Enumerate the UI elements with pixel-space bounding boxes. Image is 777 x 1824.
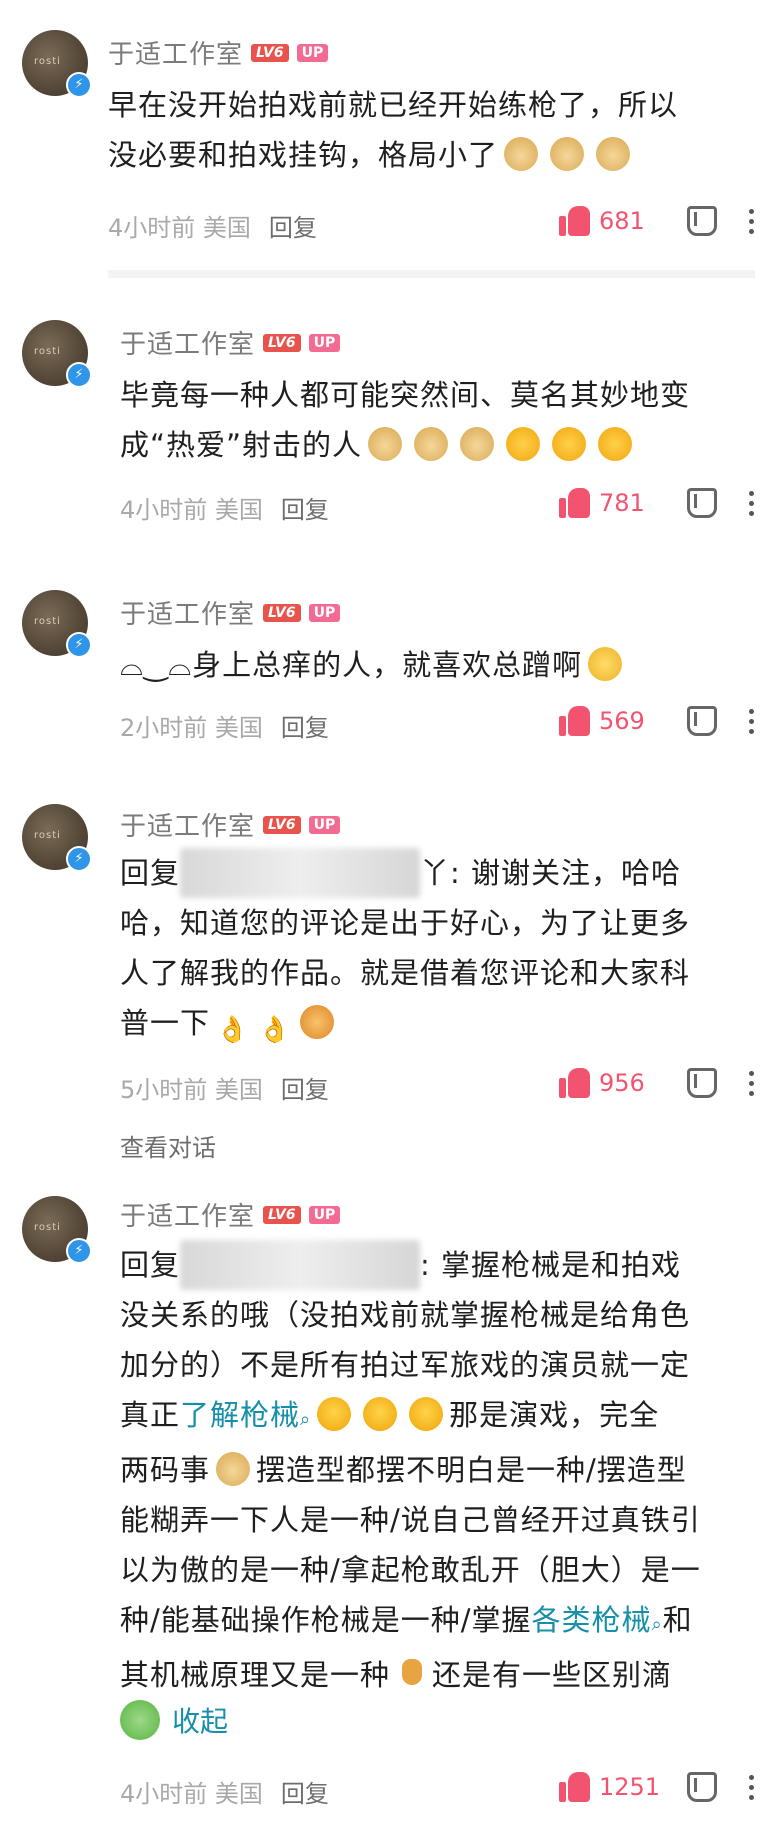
- doge-emoji-icon: [216, 1452, 251, 1486]
- view-conversation-link[interactable]: 查看对话: [120, 1128, 216, 1163]
- author-name[interactable]: 于适工作室: [120, 1196, 255, 1233]
- author-name[interactable]: 于适工作室: [120, 594, 255, 631]
- doge-emoji-icon: [596, 137, 631, 171]
- verified-icon: ⚡: [66, 846, 92, 872]
- reply-button[interactable]: 回复: [269, 208, 317, 243]
- reply-button[interactable]: 回复: [281, 490, 329, 525]
- timestamp: 4小时前: [108, 214, 196, 242]
- author-name[interactable]: 于适工作室: [120, 324, 255, 361]
- level-badge: LV6: [251, 43, 289, 62]
- comment-text: 回复 : 掌握枪械是和拍戏 没关系的哦（没拍戏前就掌握枪械是给角色 加分的）不是…: [120, 1240, 760, 1700]
- verified-icon: ⚡: [66, 632, 92, 658]
- reply-button[interactable]: 回复: [281, 1774, 329, 1809]
- location: 美国: [214, 496, 263, 524]
- ok-hand-emoji-icon: [216, 1005, 249, 1055]
- doge-emoji-icon: [414, 427, 449, 461]
- timestamp: 2小时前: [120, 714, 208, 742]
- divider: [108, 270, 755, 278]
- comment-text: 早在没开始拍戏前就已经开始练枪了，所以 没必要和拍戏挂钩，格局小了: [108, 88, 679, 172]
- timestamp: 5小时前: [120, 1076, 208, 1104]
- up-badge: UP: [308, 1205, 341, 1224]
- comment-text: ⌓‿⌓身上总痒的人，就喜欢总蹭啊: [120, 640, 628, 690]
- thumbs-up-icon[interactable]: [559, 206, 591, 236]
- author-name[interactable]: 于适工作室: [108, 34, 243, 71]
- search-small-icon: ⌕: [300, 1409, 312, 1430]
- level-badge: LV6: [263, 815, 301, 834]
- thumbs-up-icon[interactable]: [559, 1772, 591, 1802]
- drumstick-emoji-icon: [396, 1657, 426, 1691]
- avatar[interactable]: rosti ⚡: [22, 590, 92, 658]
- cover-face-emoji-icon: [598, 427, 633, 461]
- crying-emoji-icon: [317, 1397, 352, 1431]
- author-name[interactable]: 于适工作室: [120, 806, 255, 843]
- timestamp: 4小时前: [120, 1780, 208, 1808]
- thumbs-down-icon[interactable]: [687, 1772, 717, 1802]
- cover-face-emoji-icon: [506, 427, 541, 461]
- search-small-icon: ⌕: [651, 1614, 663, 1635]
- avatar[interactable]: rosti ⚡: [22, 30, 92, 98]
- search-link[interactable]: 各类枪械: [532, 1603, 652, 1637]
- level-badge: LV6: [263, 333, 301, 352]
- cat-emoji-icon: [300, 1005, 335, 1039]
- frog-emoji-icon: [120, 1700, 160, 1740]
- more-options-icon[interactable]: [747, 708, 755, 734]
- timestamp: 4小时前: [120, 496, 208, 524]
- up-badge: UP: [308, 815, 341, 834]
- blurred-username: [180, 1240, 421, 1290]
- crying-emoji-icon: [409, 1397, 444, 1431]
- doge-emoji-icon: [550, 137, 585, 171]
- doge-emoji-icon: [368, 427, 403, 461]
- thumbs-up-icon[interactable]: [559, 488, 591, 518]
- doge-emoji-icon: [504, 137, 539, 171]
- verified-icon: ⚡: [66, 72, 92, 98]
- thumbs-down-icon[interactable]: [687, 1068, 717, 1098]
- verified-icon: ⚡: [66, 1238, 92, 1264]
- up-badge: UP: [308, 333, 341, 352]
- like-count: 781: [599, 489, 645, 517]
- thumbs-down-icon[interactable]: [687, 706, 717, 736]
- crying-emoji-icon: [363, 1397, 398, 1431]
- more-options-icon[interactable]: [747, 208, 755, 234]
- collapse-button[interactable]: 收起: [120, 1700, 228, 1740]
- level-badge: LV6: [263, 1205, 301, 1224]
- thumbs-down-icon[interactable]: [687, 206, 717, 236]
- avatar[interactable]: rosti ⚡: [22, 320, 92, 388]
- like-count: 956: [599, 1069, 645, 1097]
- up-badge: UP: [296, 43, 329, 62]
- comment-text: 毕竟每一种人都可能突然间、莫名其妙地变 成“热爱”射击的人: [120, 378, 691, 462]
- level-badge: LV6: [263, 603, 301, 622]
- avatar[interactable]: rosti ⚡: [22, 804, 92, 872]
- like-count: 569: [599, 707, 645, 735]
- location: 美国: [214, 714, 263, 742]
- reply-button[interactable]: 回复: [281, 708, 329, 743]
- ok-hand-emoji-icon: [258, 1005, 291, 1055]
- location: 美国: [214, 1780, 263, 1808]
- like-count: 1251: [599, 1773, 661, 1801]
- thumbs-up-icon[interactable]: [559, 1068, 591, 1098]
- location: 美国: [202, 214, 251, 242]
- more-options-icon[interactable]: [747, 1070, 755, 1096]
- location: 美国: [214, 1076, 263, 1104]
- more-options-icon[interactable]: [747, 490, 755, 516]
- avatar[interactable]: rosti ⚡: [22, 1196, 92, 1264]
- verified-icon: ⚡: [66, 362, 92, 388]
- blurred-username: [180, 848, 421, 898]
- reply-button[interactable]: 回复: [281, 1070, 329, 1105]
- like-count: 681: [599, 207, 645, 235]
- doge-emoji-icon: [460, 427, 495, 461]
- thumbs-down-icon[interactable]: [687, 488, 717, 518]
- comment-text: 回复 丫: 谢谢关注，哈哈 哈，知道您的评论是出于好心，为了让更多 人了解我的作…: [120, 848, 690, 1055]
- cover-face-emoji-icon: [552, 427, 587, 461]
- smug-emoji-icon: [588, 647, 623, 681]
- search-link[interactable]: 了解枪械: [180, 1398, 300, 1432]
- up-badge: UP: [308, 603, 341, 622]
- thumbs-up-icon[interactable]: [559, 706, 591, 736]
- more-options-icon[interactable]: [747, 1774, 755, 1800]
